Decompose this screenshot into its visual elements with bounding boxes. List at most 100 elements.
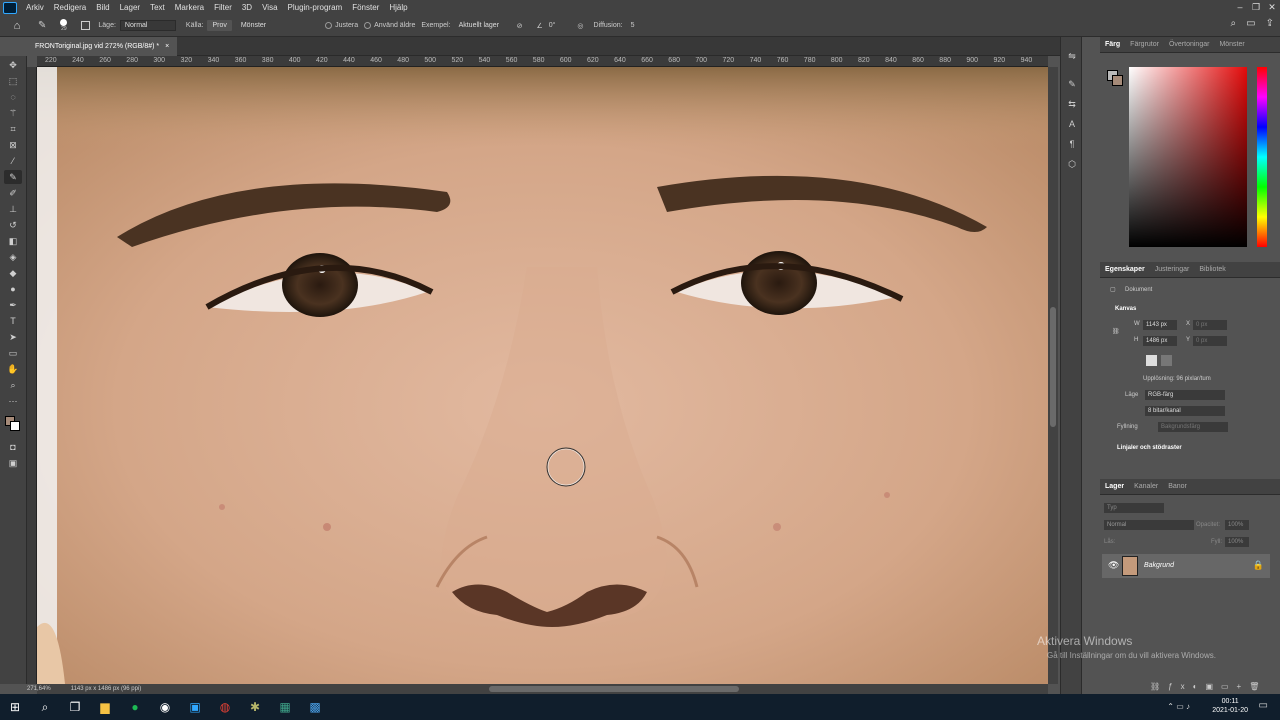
start-icon[interactable]: ⊞	[0, 700, 30, 714]
lasso-tool-icon[interactable]: ◌	[4, 90, 22, 104]
menu-filter[interactable]: Filter	[209, 3, 237, 12]
vertical-scrollbar[interactable]	[1048, 67, 1058, 684]
marquee-tool-icon[interactable]: ⬚	[4, 74, 22, 88]
spotify-icon[interactable]: ●	[120, 700, 150, 714]
move-tool-icon[interactable]: ✥	[4, 58, 22, 72]
tab-overtoningar[interactable]: Övertoningar	[1164, 41, 1214, 48]
tab-banor[interactable]: Banor	[1163, 483, 1192, 490]
menu-text[interactable]: Text	[145, 3, 170, 12]
search-taskbar-icon[interactable]: ⌕	[30, 700, 60, 715]
source-pattern-button[interactable]: Mönster	[235, 20, 272, 31]
home-icon[interactable]: ⌂	[10, 19, 24, 33]
layer-row[interactable]: 👁 Bakgrund 🔒	[1102, 554, 1270, 578]
brush-preset-picker[interactable]: 29	[60, 18, 68, 33]
tab-monster[interactable]: Mönster	[1214, 41, 1249, 48]
width-field[interactable]: 1143 px	[1143, 320, 1177, 330]
paragraph-icon[interactable]: ¶	[1065, 139, 1079, 153]
workspace-icon[interactable]: ▭	[1246, 18, 1255, 29]
landscape-orientation-icon[interactable]	[1161, 355, 1172, 366]
tab-farg[interactable]: Färg	[1100, 41, 1125, 48]
use-legacy-checkbox[interactable]	[364, 22, 372, 29]
horizontal-scrollbar[interactable]	[37, 684, 1048, 694]
app-icon-2[interactable]: ▦	[270, 700, 300, 714]
fill-select[interactable]: Bakgrundsfärg	[1158, 422, 1228, 432]
angle-field[interactable]: 0°	[549, 22, 556, 29]
app-icon-3[interactable]: ▩	[300, 700, 330, 714]
pen-tool-icon[interactable]: ✒	[4, 298, 22, 312]
close-icon[interactable]: ✕	[1264, 0, 1280, 15]
vertical-scroll-thumb[interactable]	[1050, 307, 1056, 427]
adjust-icon[interactable]: ⇆	[1065, 99, 1079, 113]
blur-tool-icon[interactable]: ◆	[4, 266, 22, 280]
opacity-field[interactable]: 100%	[1225, 520, 1249, 530]
paint-bucket-tool-icon[interactable]: ◈	[4, 250, 22, 264]
character-icon[interactable]: A	[1065, 119, 1079, 133]
rulers-grid-section[interactable]: Linjaler och stödraster	[1117, 445, 1182, 451]
tab-bibliotek[interactable]: Bibliotek	[1194, 266, 1230, 273]
tray-icons[interactable]: ⌃ ▭ ♪	[1167, 702, 1190, 711]
tab-kanaler[interactable]: Kanaler	[1129, 483, 1163, 490]
more-tools-icon[interactable]: ⋯	[4, 394, 22, 408]
eyedropper-tool-icon[interactable]: ⁄	[4, 154, 22, 168]
photoshop-taskbar-icon[interactable]: ▣	[180, 700, 210, 714]
ignore-adjustment-icon[interactable]: ⊘	[517, 22, 523, 30]
menu-lager[interactable]: Lager	[115, 3, 145, 12]
dodge-tool-icon[interactable]: ●	[4, 282, 22, 296]
task-view-icon[interactable]: ❐	[60, 700, 90, 714]
color-field[interactable]	[1129, 67, 1247, 247]
menu-arkiv[interactable]: Arkiv	[21, 3, 49, 12]
bits-select[interactable]: 8 bitar/kanal	[1145, 406, 1225, 416]
app-icon-1[interactable]: ✱	[240, 700, 270, 714]
link-icon[interactable]: ⛓	[1112, 328, 1120, 335]
menu-visa[interactable]: Visa	[257, 3, 282, 12]
image-canvas[interactable]	[37, 67, 1048, 684]
horizontal-scroll-thumb[interactable]	[489, 686, 739, 692]
menu-markera[interactable]: Markera	[170, 3, 209, 12]
hand-tool-icon[interactable]: ✋	[4, 362, 22, 376]
zoom-tool-icon[interactable]: ⌕	[4, 378, 22, 392]
clone-stamp-tool-icon[interactable]: ⊥	[4, 202, 22, 216]
document-tab[interactable]: FRONToriginal.jpg vid 272% (RGB/8#) * ×	[27, 37, 178, 56]
layer-name[interactable]: Bakgrund	[1144, 562, 1174, 569]
menu-hjalp[interactable]: Hjälp	[384, 3, 412, 12]
fill-layer-field[interactable]: 100%	[1225, 537, 1249, 547]
tab-lager[interactable]: Lager	[1100, 483, 1129, 490]
clock[interactable]: 00:11 2021-01-20	[1212, 697, 1248, 715]
zoom-level[interactable]: 271,64%	[27, 684, 51, 694]
menu-fonster[interactable]: Fönster	[347, 3, 384, 12]
tab-fargrutor[interactable]: Färgrutor	[1125, 41, 1164, 48]
brush-settings-icon[interactable]	[81, 21, 91, 30]
canvas-section[interactable]: Kanvas	[1115, 306, 1136, 312]
tab-justeringar[interactable]: Justeringar	[1150, 266, 1195, 273]
history-brush-tool-icon[interactable]: ↺	[4, 218, 22, 232]
layer-footer-icons[interactable]: ⛓ƒx◐▣▭+🗑	[1150, 682, 1267, 691]
steam-icon[interactable]: ◉	[150, 700, 180, 714]
align-checkbox[interactable]	[325, 22, 333, 29]
brush-tool-icon[interactable]: ✐	[4, 186, 22, 200]
hue-slider[interactable]	[1257, 67, 1267, 247]
panel-bg-swatch[interactable]	[1112, 75, 1123, 86]
menu-bild[interactable]: Bild	[91, 3, 114, 12]
history-icon[interactable]: ⇋	[1065, 51, 1079, 65]
frame-tool-icon[interactable]: ⊠	[4, 138, 22, 152]
file-explorer-icon[interactable]: ▆	[90, 700, 120, 714]
healing-brush-tool-icon[interactable]: ✎	[38, 20, 46, 31]
notification-icon[interactable]: ▭	[1259, 700, 1268, 711]
blend-mode-select[interactable]: Normal	[1104, 520, 1194, 530]
visibility-eye-icon[interactable]: 👁	[1108, 560, 1119, 571]
y-field[interactable]: 0 px	[1193, 336, 1227, 346]
chrome-icon[interactable]: ◍	[210, 700, 240, 714]
pressure-icon[interactable]: ◎	[577, 22, 583, 30]
menu-redigera[interactable]: Redigera	[49, 3, 91, 12]
background-color-swatch[interactable]	[10, 421, 20, 431]
eraser-tool-icon[interactable]: ◧	[4, 234, 22, 248]
path-selection-tool-icon[interactable]: ➤	[4, 330, 22, 344]
close-tab-icon[interactable]: ×	[165, 37, 169, 56]
source-sample-button[interactable]: Prov	[207, 20, 232, 31]
type-tool-icon[interactable]: T	[4, 314, 22, 328]
share-icon[interactable]: ⇪	[1266, 18, 1274, 29]
tab-egenskaper[interactable]: Egenskaper	[1100, 266, 1150, 273]
search-icon[interactable]: ⌕	[1231, 18, 1237, 29]
minimize-icon[interactable]: –	[1232, 0, 1248, 15]
brush-settings-panel-icon[interactable]: ✎	[1065, 79, 1079, 93]
